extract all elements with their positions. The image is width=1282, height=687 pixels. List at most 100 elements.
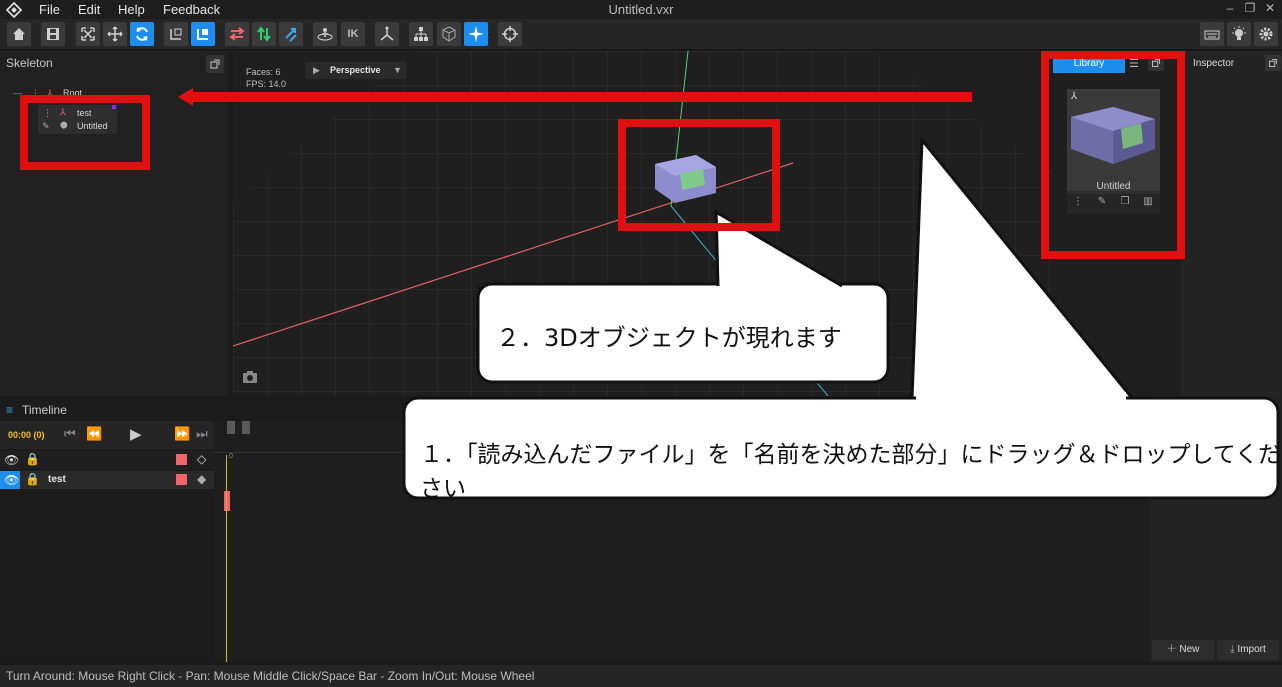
more-icon: ⋮ (31, 88, 40, 98)
scroll-handle[interactable] (227, 421, 235, 434)
camera-mode-label: Perspective (330, 65, 381, 75)
cube-thumbnail (1071, 107, 1155, 164)
zoom-handle[interactable] (242, 421, 250, 434)
status-bar: Turn Around: Mouse Right Click - Pan: Mo… (0, 665, 1282, 687)
joint-icon: ⅄ (60, 107, 66, 117)
playhead[interactable] (226, 455, 227, 662)
tab-inspector[interactable]: Inspector (1193, 58, 1234, 69)
expand-icon (81, 27, 95, 41)
lock-icon[interactable]: 🔒 (25, 452, 40, 466)
global-axis-icon (197, 29, 208, 40)
menu-help[interactable]: Help (118, 2, 145, 17)
settings-button[interactable] (1254, 22, 1278, 46)
eye-icon[interactable]: 👁 (4, 453, 19, 467)
tree-item-root[interactable]: — ⋮ ⅄ Root (13, 88, 103, 100)
edit-icon[interactable]: ✎ (42, 121, 50, 132)
viewport-stats: Faces: 6 FPS: 14.0 RAM: 33.1% (246, 66, 297, 102)
import-button[interactable]: ⤓ Import (1217, 640, 1279, 660)
inspector-popout-button[interactable] (1265, 55, 1281, 71)
skeleton-popout-button[interactable] (206, 55, 224, 73)
library-panel: Library ☰ ⅄ Untitled ⋮ ✎ ❐ ▥ (1051, 51, 1181, 396)
screenshot-icon[interactable] (242, 369, 258, 385)
popout-icon (1269, 59, 1277, 67)
fps-stat: FPS: 14.0 (246, 79, 287, 89)
ik-button[interactable]: IK (341, 22, 365, 46)
maximize-button[interactable]: ❐ (1240, 1, 1260, 17)
library-item[interactable]: ⅄ Untitled ⋮ ✎ ❐ ▥ (1067, 89, 1160, 214)
tab-library[interactable]: Library (1053, 55, 1125, 73)
selection-marker (112, 105, 116, 109)
library-item-name: Untitled (1096, 181, 1131, 192)
more-icon[interactable]: ⋮ (1070, 196, 1086, 212)
color-swatch[interactable] (176, 474, 187, 485)
step-forward-icon[interactable]: ⏩ (174, 426, 190, 442)
library-item-actions: ⋮ ✎ ❐ ▥ (1067, 194, 1160, 214)
joint-tool-button[interactable] (375, 22, 399, 46)
keyboard-icon (1204, 30, 1220, 40)
timeline-title: Timeline (22, 403, 67, 417)
keyframe[interactable] (224, 491, 230, 511)
duplicate-icon[interactable]: ❐ (1117, 196, 1133, 212)
keyframe-diamond-icon[interactable]: ◆ (197, 472, 206, 486)
menu-feedback[interactable]: Feedback (163, 2, 220, 17)
trash-icon[interactable]: ▥ (1140, 196, 1156, 212)
mirror-x-button[interactable] (225, 22, 249, 46)
root-label: Root (63, 88, 83, 98)
timeline-header-row: 👁 🔒 ◇ (0, 451, 214, 469)
global-space-button[interactable] (191, 22, 215, 46)
viewport-3d[interactable]: Faces: 6 FPS: 14.0 RAM: 33.1% ▶ Perspect… (233, 51, 1051, 396)
rotate-tool-button[interactable] (130, 22, 154, 46)
skeleton-panel: Skeleton — ⋮ ⅄ Root ⋮ ⅄ test ✎ ⬢ Untitle… (0, 51, 228, 396)
save-button[interactable] (41, 22, 65, 46)
sparkle-button[interactable] (464, 22, 488, 46)
status-text: Turn Around: Mouse Right Click - Pan: Mo… (6, 669, 535, 683)
library-popout-button[interactable] (1148, 55, 1164, 71)
menubar: File Edit Help Feedback Untitled.vxr – ❐… (0, 0, 1282, 19)
move-tool-button[interactable] (103, 22, 127, 46)
list-view-icon[interactable]: ☰ (1129, 57, 1139, 70)
close-button[interactable]: ✕ (1260, 1, 1280, 17)
timeline-track-row[interactable]: 👁 🔒 test ◆ (0, 471, 214, 489)
cube-icon (442, 26, 456, 42)
lock-icon[interactable]: 🔒 (25, 472, 40, 486)
current-time: 00:00 (0) (8, 430, 45, 440)
menu-edit[interactable]: Edit (78, 2, 100, 17)
camera-mode-dropdown[interactable]: ▶ Perspective ▼ (305, 62, 407, 79)
step-back-icon[interactable]: ⏪ (86, 426, 102, 442)
local-space-button[interactable] (164, 22, 188, 46)
ruler-line (214, 452, 1150, 453)
edit-icon[interactable]: ✎ (1094, 196, 1110, 212)
turntable-button[interactable] (313, 22, 337, 46)
home-button[interactable] (7, 22, 31, 46)
keyboard-button[interactable] (1200, 22, 1224, 46)
ik-label: IK (347, 28, 359, 40)
target-button[interactable] (498, 22, 522, 46)
library-item-preview: ⅄ (1067, 89, 1160, 191)
menu-file[interactable]: File (39, 2, 60, 17)
minimize-button[interactable]: – (1220, 1, 1240, 17)
new-button[interactable]: ＋ New (1152, 640, 1214, 660)
hierarchy-button[interactable] (409, 22, 433, 46)
tree-item-test[interactable]: ⋮ ⅄ test ✎ ⬢ Untitled (38, 105, 117, 134)
new-label: New (1179, 644, 1200, 655)
rotate-icon (136, 27, 148, 41)
timeline-panel: ≡ Timeline ⏮ ⏪ ▶ ⏩ ⏭ 00:00 (0) 👁 🔒 ◇ 👁 🔒… (0, 400, 1150, 662)
app-logo-icon (6, 2, 22, 18)
jump-end-icon[interactable]: ⏭ (196, 426, 208, 442)
faces-stat: Faces: 6 (246, 67, 281, 77)
collapse-icon: — (13, 88, 22, 98)
popout-icon (1152, 59, 1160, 67)
jump-start-icon[interactable]: ⏮ (64, 426, 76, 442)
mirror-y-button[interactable] (252, 22, 276, 46)
orbit-person-icon (317, 28, 333, 41)
color-swatch[interactable] (176, 454, 187, 465)
scale-tool-button[interactable] (76, 22, 100, 46)
crosshair-icon (502, 26, 518, 42)
cube-button[interactable] (437, 22, 461, 46)
lighting-button[interactable] (1227, 22, 1251, 46)
keyframe-diamond-icon[interactable]: ◇ (197, 452, 206, 466)
timeline-tracks[interactable]: 0 (214, 421, 1150, 662)
play-icon[interactable]: ▶ (130, 425, 142, 443)
mirror-z-button[interactable] (279, 22, 303, 46)
ruler-start: 0 (229, 453, 233, 460)
